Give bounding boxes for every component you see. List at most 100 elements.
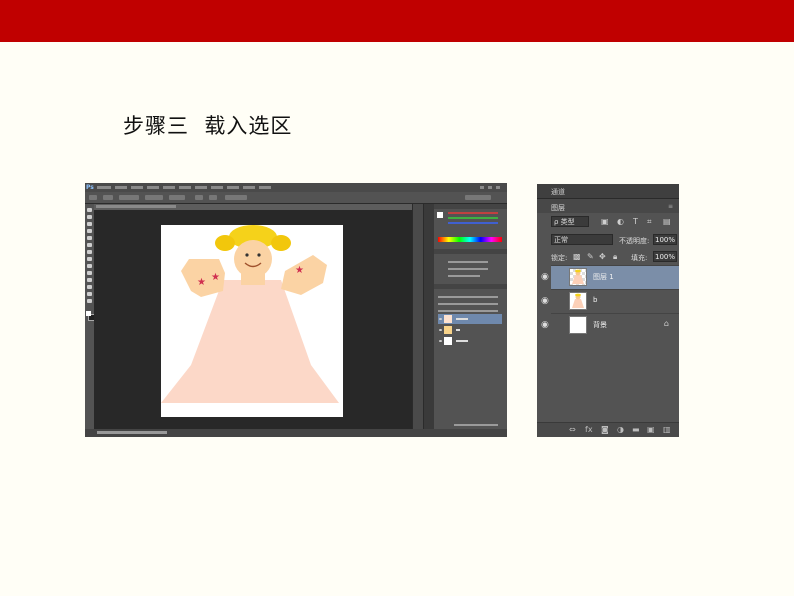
ps-layers-panel-header[interactable] (434, 284, 507, 289)
ps-menu-help[interactable] (259, 186, 271, 189)
eye-icon[interactable]: ◉ (541, 320, 549, 330)
folder-icon[interactable]: ▬ (632, 425, 640, 434)
channels-panel-header: 通道 (537, 184, 679, 199)
ps-red-slider[interactable] (448, 212, 498, 214)
ps-adjustment-icons[interactable] (448, 275, 480, 277)
layer-row-b[interactable]: ◉ b (541, 289, 679, 313)
type-filter-icon[interactable]: T (633, 217, 638, 226)
layer-thumbnail (444, 337, 452, 345)
pen-tool-icon[interactable] (87, 299, 92, 303)
ps-canvas-area: ★ ★ ★ (94, 210, 412, 429)
marquee-tool-icon[interactable] (87, 215, 92, 219)
ps-menu-image[interactable] (131, 186, 143, 189)
channels-tab[interactable]: 通道 (551, 187, 565, 197)
ps-option-refine-edge[interactable] (225, 195, 247, 200)
eye-icon[interactable]: ◉ (541, 296, 549, 306)
fill-input[interactable]: 100% (653, 251, 677, 262)
smart-object-filter-icon[interactable]: ▤ (663, 217, 671, 226)
ps-option-feather[interactable] (119, 195, 139, 200)
ps-option-new-selection[interactable] (103, 195, 113, 200)
ps-option-style[interactable] (169, 195, 185, 200)
layer-name (456, 318, 468, 320)
opacity-input[interactable]: 100% (653, 234, 677, 245)
ps-lock-fill-row[interactable] (438, 310, 498, 312)
trash-icon[interactable]: ▥ (663, 425, 671, 434)
magic-wand-tool-icon[interactable] (87, 229, 92, 233)
ps-menu-window[interactable] (243, 186, 255, 189)
ps-maximize-icon[interactable] (488, 186, 492, 189)
ps-tool-preset-icon[interactable] (89, 195, 97, 200)
ps-blend-opacity-row[interactable] (438, 303, 498, 305)
girl-thumbnail-icon (572, 269, 584, 284)
gradient-tool-icon[interactable] (87, 285, 92, 289)
ps-menu-type[interactable] (163, 186, 175, 189)
blend-mode-select[interactable]: 正常 (551, 234, 613, 245)
fx-icon[interactable]: fx (585, 425, 593, 434)
brush-tool-icon[interactable] (87, 257, 92, 261)
ps-option-icon[interactable] (209, 195, 217, 200)
layers-tab[interactable]: 图层 (551, 203, 565, 213)
ps-color-panel-header[interactable] (434, 204, 507, 209)
ps-option-antialias[interactable] (145, 195, 163, 200)
kind-filter-select[interactable]: ρ 类型 (551, 216, 589, 227)
ps-minimize-icon[interactable] (480, 186, 484, 189)
ps-menu-layer[interactable] (147, 186, 159, 189)
girl-thumbnail-icon (572, 293, 584, 308)
ps-close-icon[interactable] (496, 186, 500, 189)
ps-menu-view[interactable] (227, 186, 239, 189)
ps-status-bar (85, 429, 507, 437)
pixel-filter-icon[interactable]: ▣ (601, 217, 609, 226)
ps-layer-row[interactable] (438, 325, 502, 335)
ps-collapsed-panel-strip[interactable] (412, 204, 424, 429)
adjustment-icon[interactable]: ◑ (617, 425, 624, 434)
ps-menu-3d[interactable] (211, 186, 223, 189)
lock-all-icon[interactable]: 🔒︎ (613, 252, 617, 262)
stamp-tool-icon[interactable] (87, 264, 92, 268)
cartoon-girl-illustration: ★ ★ ★ (161, 225, 339, 403)
link-icon[interactable]: ⇔ (569, 425, 576, 434)
ps-layer-filter-row[interactable] (438, 296, 498, 298)
lock-transparent-icon[interactable]: ▩ (573, 252, 581, 261)
adjustment-filter-icon[interactable]: ◐ (617, 217, 624, 226)
layer-row-background[interactable]: ◉ 背景 ⌂ (541, 313, 679, 337)
ps-menu-filter[interactable] (195, 186, 207, 189)
ps-menu-select[interactable] (179, 186, 191, 189)
ps-layer-row[interactable] (438, 314, 502, 324)
lock-position-icon[interactable]: ✥ (599, 252, 606, 261)
move-tool-icon[interactable] (87, 208, 92, 212)
eye-icon[interactable] (439, 329, 442, 331)
lasso-tool-icon[interactable] (87, 222, 92, 226)
shape-filter-icon[interactable]: ⌗ (647, 217, 652, 227)
ps-document-canvas[interactable]: ★ ★ ★ (161, 225, 343, 417)
ps-workspace-select[interactable] (465, 195, 491, 200)
ps-color-spectrum[interactable] (438, 237, 502, 242)
ps-adjustments-panel-header[interactable] (434, 249, 507, 254)
ps-layers-bottom-icons[interactable] (454, 424, 498, 426)
ps-adjustment-icons[interactable] (448, 261, 488, 263)
ps-status-text (97, 431, 167, 434)
ps-blue-slider[interactable] (448, 222, 498, 224)
eye-icon[interactable]: ◉ (541, 272, 549, 282)
ps-document-tab[interactable] (96, 205, 176, 208)
healing-tool-icon[interactable] (87, 250, 92, 254)
lock-image-icon[interactable]: ✎ (587, 252, 594, 261)
new-layer-icon[interactable]: ▣ (647, 425, 655, 434)
history-brush-tool-icon[interactable] (87, 271, 92, 275)
eye-icon[interactable] (439, 340, 442, 342)
foreground-color-swatch[interactable] (86, 311, 91, 316)
eye-icon[interactable] (439, 318, 442, 320)
ps-green-slider[interactable] (448, 217, 498, 219)
ps-menu-edit[interactable] (115, 186, 127, 189)
ps-option-icon[interactable] (195, 195, 203, 200)
mask-icon[interactable]: ◙ (601, 425, 609, 434)
eyedropper-tool-icon[interactable] (87, 243, 92, 247)
ps-layer-row[interactable] (438, 336, 502, 346)
crop-tool-icon[interactable] (87, 236, 92, 240)
ps-color-swatch[interactable] (437, 212, 443, 218)
ps-adjustment-icons[interactable] (448, 268, 488, 270)
dodge-tool-icon[interactable] (87, 292, 92, 296)
ps-menu-file[interactable] (97, 186, 111, 189)
panel-menu-icon[interactable]: ≡ (668, 203, 673, 210)
eraser-tool-icon[interactable] (87, 278, 92, 282)
layer-row-layer1[interactable]: ◉ 图层 1 (541, 265, 679, 289)
